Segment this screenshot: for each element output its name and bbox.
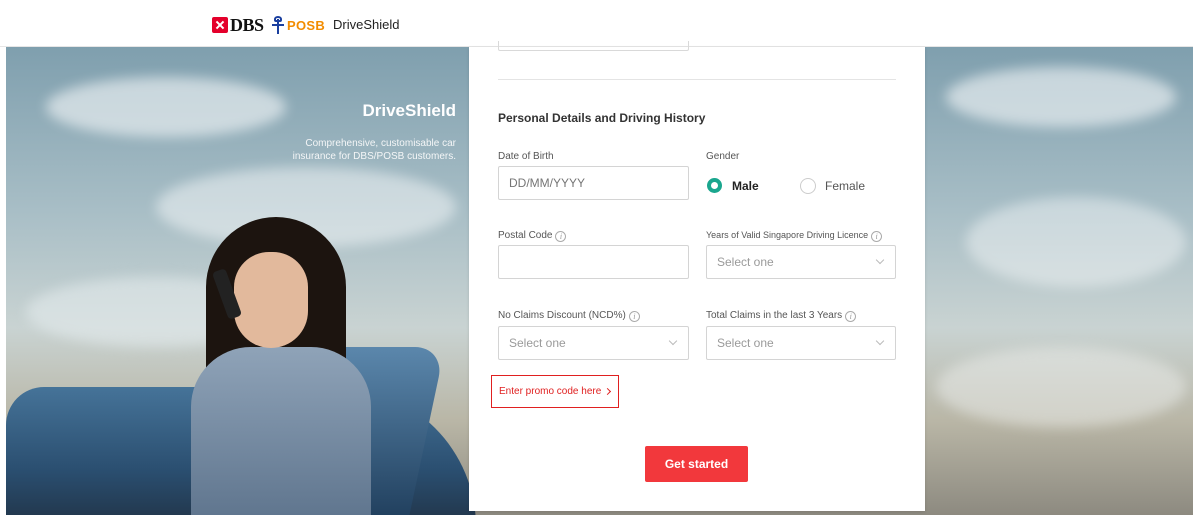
chevron-down-icon bbox=[875, 336, 885, 346]
section-divider bbox=[498, 79, 896, 80]
info-icon[interactable]: i bbox=[871, 231, 883, 242]
dob-input[interactable] bbox=[498, 166, 689, 200]
posb-brand-text: POSB bbox=[287, 17, 326, 33]
ncd-label-text: No Claims Discount (NCD%) bbox=[498, 310, 626, 321]
info-icon[interactable]: i bbox=[555, 231, 567, 242]
hero-title: DriveShield bbox=[362, 101, 456, 120]
radio-selected-icon bbox=[707, 178, 722, 193]
chevron-down-icon bbox=[668, 336, 678, 346]
licence-years-label: Years of Valid Singapore Driving Licence… bbox=[706, 230, 883, 242]
total-claims-label: Total Claims in the last 3 Years i bbox=[706, 310, 857, 322]
total-claims-value: Select one bbox=[717, 336, 774, 350]
section-title: Personal Details and Driving History bbox=[498, 111, 706, 125]
info-icon[interactable]: i bbox=[845, 311, 857, 322]
ncd-label: No Claims Discount (NCD%) i bbox=[498, 310, 640, 322]
posb-logo-icon bbox=[272, 16, 284, 34]
total-claims-label-text: Total Claims in the last 3 Years bbox=[706, 310, 843, 321]
header-product-name: DriveShield bbox=[333, 17, 400, 32]
chevron-right-icon bbox=[603, 387, 612, 396]
radio-unselected-icon bbox=[800, 178, 816, 194]
gender-male-label: Male bbox=[732, 178, 759, 193]
postal-code-label: Postal Code i bbox=[498, 230, 567, 242]
gender-label: Gender bbox=[706, 151, 740, 162]
ncd-value: Select one bbox=[509, 336, 566, 350]
posb-logo[interactable]: POSB bbox=[272, 15, 325, 35]
promo-code-link[interactable]: Enter promo code here bbox=[491, 375, 619, 408]
previous-field-input[interactable] bbox=[498, 41, 689, 51]
woman-on-phone-photo bbox=[234, 252, 308, 348]
licence-years-value: Select one bbox=[717, 255, 774, 269]
dob-label: Date of Birth bbox=[498, 151, 554, 162]
site-header: DBS POSB DriveShield bbox=[0, 0, 1193, 47]
ncd-select[interactable]: Select one bbox=[498, 326, 689, 360]
info-icon[interactable]: i bbox=[628, 311, 640, 322]
gender-male-radio[interactable]: Male bbox=[707, 178, 759, 193]
postal-code-label-text: Postal Code bbox=[498, 230, 553, 241]
dbs-brand-text: DBS bbox=[230, 14, 264, 35]
postal-code-input[interactable] bbox=[498, 245, 689, 279]
gender-female-radio[interactable]: Female bbox=[800, 178, 865, 194]
get-started-button[interactable]: Get started bbox=[645, 446, 748, 482]
licence-years-label-text: Years of Valid Singapore Driving Licence bbox=[706, 230, 869, 240]
licence-years-select[interactable]: Select one bbox=[706, 245, 896, 279]
hero-subtitle: Comprehensive, customisable car insuranc… bbox=[292, 138, 456, 162]
dbs-logo-icon bbox=[212, 17, 228, 33]
chevron-down-icon bbox=[875, 255, 885, 265]
quote-form-card: Personal Details and Driving History Dat… bbox=[469, 41, 925, 511]
total-claims-select[interactable]: Select one bbox=[706, 326, 896, 360]
dbs-logo[interactable]: DBS bbox=[212, 15, 264, 35]
promo-code-link-text: Enter promo code here bbox=[499, 386, 602, 397]
gender-female-label: Female bbox=[825, 179, 866, 193]
